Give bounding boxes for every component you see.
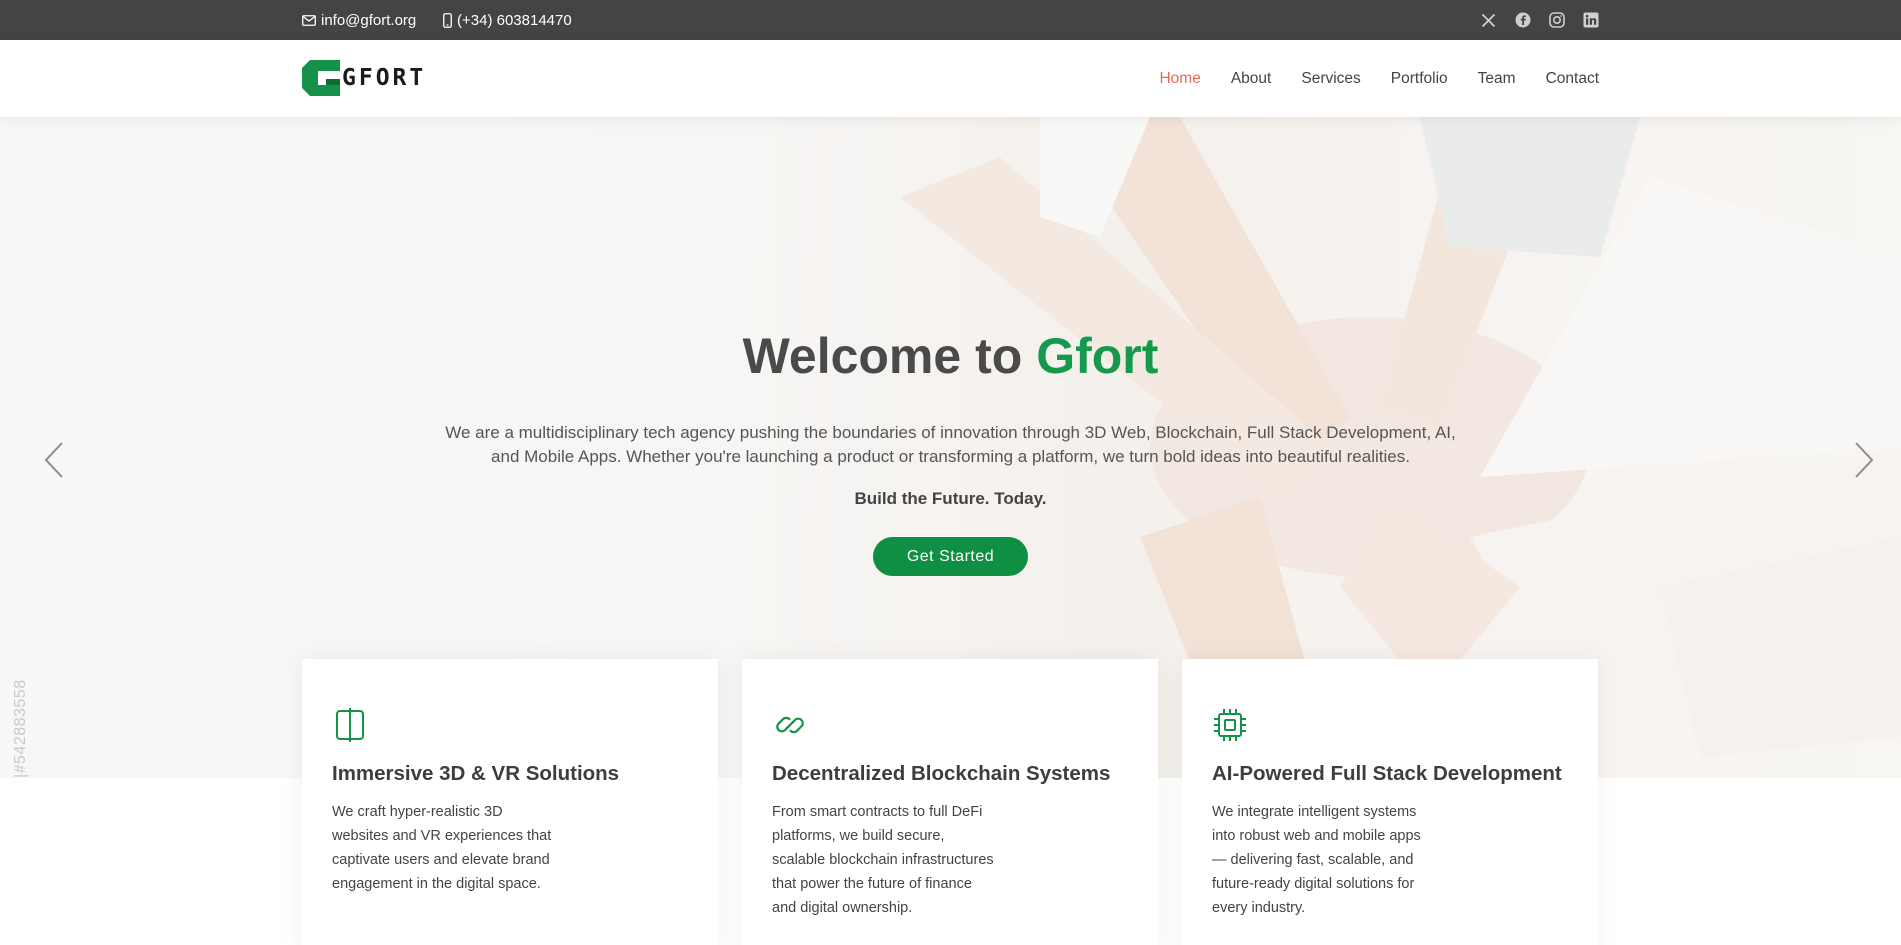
card-text: From smart contracts to full DeFi platfo…	[772, 804, 994, 916]
nav-team[interactable]: Team	[1478, 70, 1516, 88]
hero-title-brand: Gfort	[1036, 328, 1159, 384]
cpu-chip-icon	[1212, 707, 1248, 743]
get-started-button[interactable]: Get Started	[873, 537, 1028, 576]
card-text: We craft hyper-realistic 3D websites and…	[332, 804, 552, 892]
stock-watermark: |#542883558	[8, 670, 30, 778]
nav-contact[interactable]: Contact	[1546, 70, 1599, 88]
email-contact[interactable]: info@gfort.org	[302, 0, 416, 40]
feature-card-3d-vr[interactable]: Immersive 3D & VR Solutions We craft hyp…	[302, 659, 718, 945]
feature-card-blockchain[interactable]: Decentralized Blockchain Systems From sm…	[742, 659, 1158, 945]
nav-about[interactable]: About	[1231, 70, 1272, 88]
nav-services[interactable]: Services	[1301, 70, 1360, 88]
hero-title-prefix: Welcome to	[742, 328, 1037, 384]
card-title: AI-Powered Full Stack Development	[1212, 762, 1562, 785]
logo-mark-icon	[302, 60, 340, 96]
top-bar: info@gfort.org (+34) 603814470	[0, 0, 1901, 40]
phone-icon	[443, 12, 452, 28]
hero-title: Welcome to Gfort	[0, 327, 1901, 385]
hero-description: We are a multidisciplinary tech agency p…	[445, 423, 1456, 466]
hero-tagline: Build the Future. Today.	[854, 489, 1047, 508]
envelope-icon	[302, 14, 316, 26]
carousel-prev-arrow-icon[interactable]	[40, 435, 70, 485]
main-nav: Home About Services Portfolio Team Conta…	[1159, 40, 1599, 117]
instagram-icon[interactable]	[1548, 12, 1565, 29]
nav-home[interactable]: Home	[1159, 70, 1200, 88]
carousel-next-arrow-icon[interactable]	[1848, 435, 1878, 485]
nav-portfolio[interactable]: Portfolio	[1391, 70, 1448, 88]
logo[interactable]: GFORT	[302, 60, 426, 96]
vr-split-icon	[332, 707, 368, 743]
card-title: Decentralized Blockchain Systems	[772, 762, 1111, 785]
facebook-icon[interactable]	[1514, 12, 1531, 29]
social-links	[1480, 0, 1599, 40]
logo-text: GFORT	[342, 65, 427, 91]
linkedin-icon[interactable]	[1582, 12, 1599, 29]
phone-contact[interactable]: (+34) 603814470	[443, 0, 572, 40]
phone-text: (+34) 603814470	[457, 11, 572, 29]
feature-card-ai-fullstack[interactable]: AI-Powered Full Stack Development We int…	[1182, 659, 1598, 945]
site-header: GFORT Home About Services Portfolio Team…	[0, 40, 1901, 117]
x-icon[interactable]	[1480, 12, 1497, 29]
card-title: Immersive 3D & VR Solutions	[332, 762, 620, 785]
card-text: We integrate intelligent systems into ro…	[1212, 804, 1421, 916]
email-text: info@gfort.org	[321, 11, 417, 29]
chain-link-icon	[772, 707, 808, 743]
watermark-text: |#542883558	[12, 679, 29, 778]
